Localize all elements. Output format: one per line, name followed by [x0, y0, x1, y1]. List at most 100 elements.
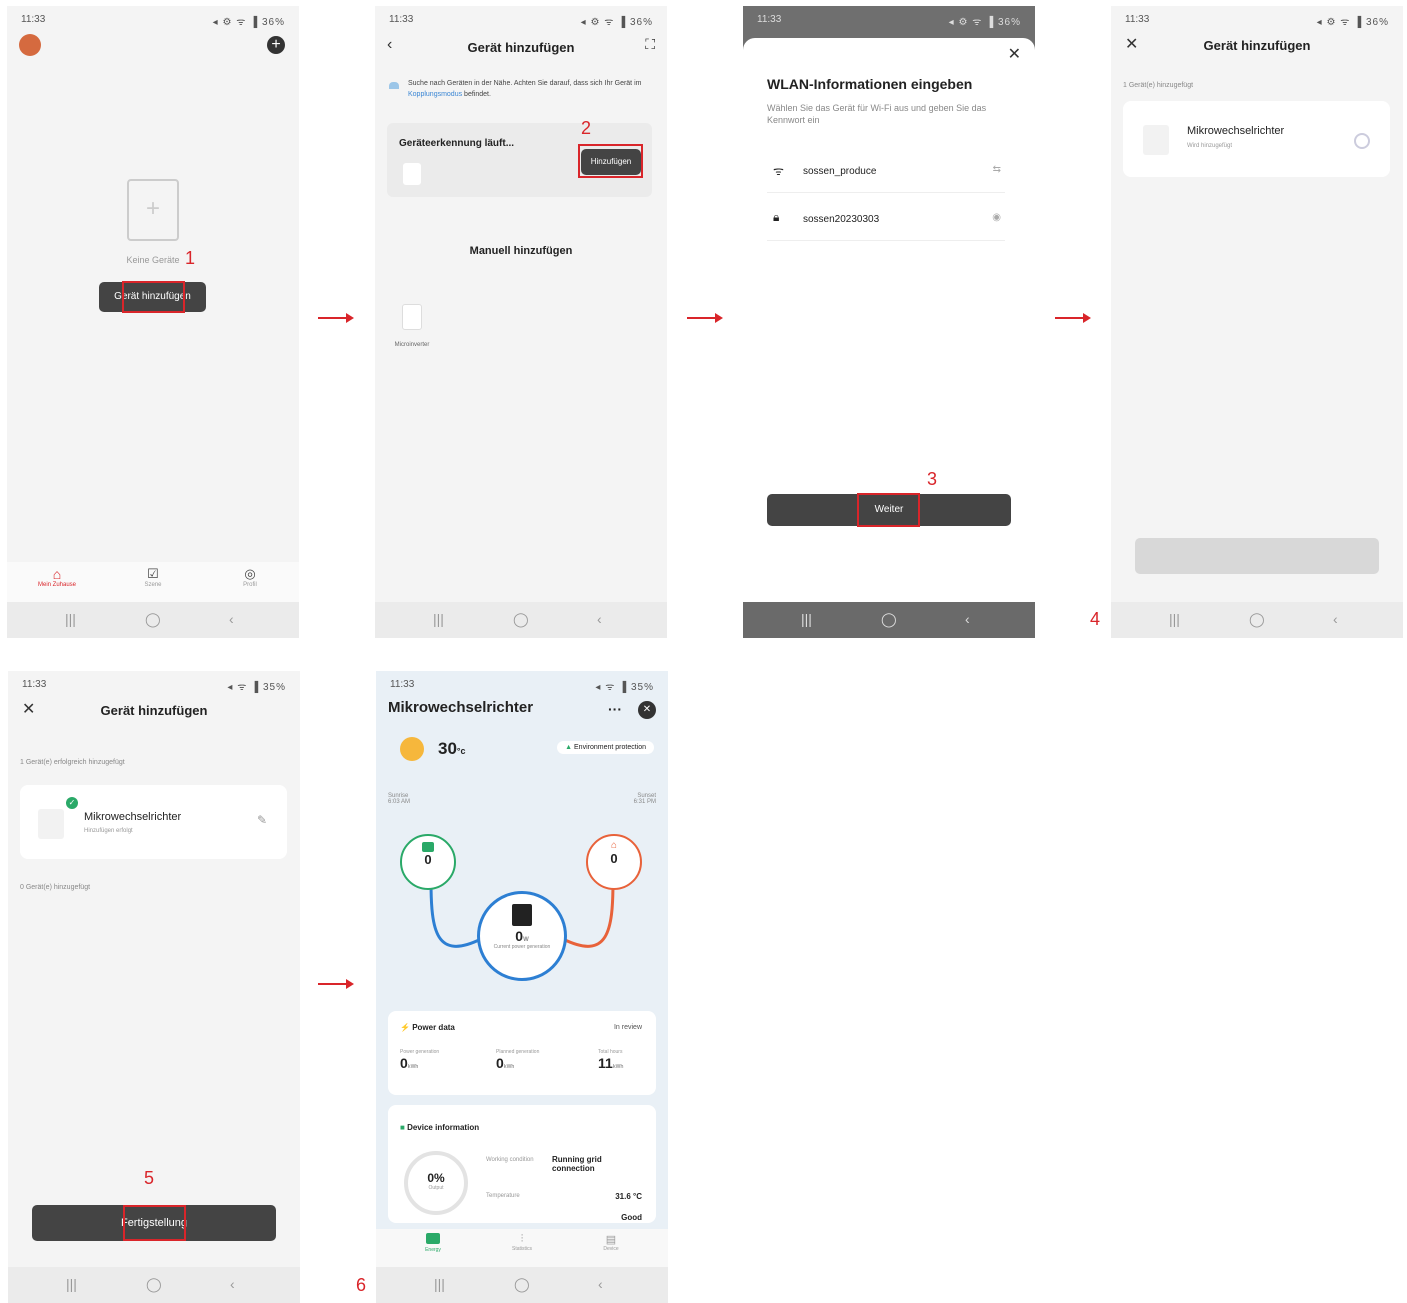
screen-6-dashboard: 11:33 ◂ ᯤ ▐ 35% Mikrowechselrichter ··· …	[376, 671, 668, 1303]
highlight-box	[123, 1205, 186, 1241]
close-icon[interactable]: ✕	[1008, 44, 1021, 64]
close-circle-icon[interactable]: ✕	[638, 701, 656, 719]
tab-home-label: Mein Zuhause	[37, 582, 77, 588]
home-button-icon[interactable]: ◯	[514, 1276, 530, 1293]
back-button-icon[interactable]: ‹	[598, 1276, 603, 1292]
p1-unit: kWh	[407, 1064, 419, 1070]
back-button-icon[interactable]: ‹	[230, 1276, 235, 1292]
power-stat-2: Planned generation 0kWh	[496, 1049, 539, 1071]
scan-icon[interactable]: ⛶	[645, 36, 655, 53]
status-icons: ◂ ᯤ ▐ 35%	[595, 682, 654, 693]
grid-node: 0	[400, 834, 456, 890]
recent-apps-icon[interactable]: |||	[1169, 611, 1180, 627]
recent-apps-icon[interactable]: |||	[65, 611, 76, 627]
env-badge[interactable]: ▲ Environment protection	[557, 741, 654, 754]
home-button-icon[interactable]: ◯	[513, 611, 529, 628]
recent-apps-icon[interactable]: |||	[801, 611, 812, 627]
arrow-2-3	[687, 313, 723, 323]
pending-count: 0 Gerät(e) hinzugefügt	[20, 884, 91, 891]
home-button-icon[interactable]: ◯	[1249, 611, 1265, 628]
check-square-icon: ☑	[147, 566, 159, 581]
recent-apps-icon[interactable]: |||	[434, 1276, 445, 1292]
status-time: 11:33	[21, 14, 46, 25]
status-icons: ◂ ⚙ ᯤ ▐ 36%	[212, 17, 285, 28]
wifi-hint-icon	[389, 82, 399, 89]
microinverter-label: Microinverter	[394, 342, 430, 348]
screen-1-home: 11:33 ◂ ⚙ ᯤ ▐ 36% + + Keine Geräte Gerät…	[7, 6, 299, 638]
empty-text: Keine Geräte	[126, 255, 180, 265]
tab-scene[interactable]: ☑ Szene	[125, 566, 181, 588]
page-title: Gerät hinzufügen	[1203, 38, 1311, 53]
sunrise: Sunrise 6:03 AM	[388, 793, 410, 805]
status-time: 11:33	[757, 14, 782, 25]
status-icons: ◂ ᯤ ▐ 35%	[227, 682, 286, 693]
temp-value: 30	[438, 739, 457, 758]
power-title-text: Power data	[412, 1023, 455, 1032]
back-button-icon[interactable]: ‹	[597, 611, 602, 627]
added-count: 1 Gerät(e) hinzugefügt	[1123, 82, 1194, 89]
microinverter-tile[interactable]: Microinverter	[387, 304, 437, 348]
tab-energy[interactable]: Energy	[408, 1233, 458, 1253]
p2-unit: kWh	[503, 1064, 515, 1070]
status-time: 11:33	[22, 679, 47, 690]
wifi-dialog: ✕ WLAN-Informationen eingeben Wählen Sie…	[743, 38, 1035, 602]
dialog-subtitle: Wählen Sie das Gerät für Wi-Fi aus und g…	[767, 103, 987, 125]
hint-text-end: befindet.	[464, 91, 491, 98]
eye-icon[interactable]: ◉	[992, 212, 1001, 223]
work-label: Working condition	[486, 1157, 534, 1163]
tab-home[interactable]: ⌂ Mein Zuhause	[29, 566, 85, 588]
home-button-icon[interactable]: ◯	[145, 611, 161, 628]
gauge-label: Output	[428, 1185, 444, 1191]
sunrise-time: 6:03 AM	[388, 799, 411, 805]
back-button-icon[interactable]: ‹	[229, 611, 234, 627]
password-row[interactable]: 🔒︎ sossen20230303 ◉	[767, 204, 1005, 241]
ssid-row[interactable]: ᯤ sossen_produce ⇆	[767, 156, 1005, 193]
recent-apps-icon[interactable]: |||	[433, 611, 444, 627]
device-info-title: ■ Device information	[400, 1123, 479, 1132]
empty-document-icon: +	[127, 179, 179, 241]
system-nav-bar: ||| ◯ ‹	[743, 602, 1035, 638]
tab-statistics[interactable]: ⫶ Statistics	[497, 1233, 547, 1252]
microinverter-icon	[402, 304, 422, 330]
avatar[interactable]	[19, 34, 41, 56]
tab-device[interactable]: ▤ Device	[586, 1233, 636, 1252]
disabled-button	[1135, 538, 1379, 574]
power-stat-1: Power generation 0kWh	[400, 1049, 439, 1071]
highlight-box	[122, 281, 185, 313]
add-circle-icon[interactable]: +	[267, 36, 285, 54]
status-bar: 11:33 ◂ ⚙ ᯤ ▐ 36%	[743, 6, 1035, 30]
success-check-icon: ✓	[66, 797, 78, 809]
back-button-icon[interactable]: ‹	[1333, 611, 1338, 627]
statistics-icon: ⫶	[520, 1233, 524, 1245]
home-button-icon[interactable]: ◯	[146, 1276, 162, 1293]
grid-value: 0	[424, 852, 432, 867]
more-icon[interactable]: ···	[608, 701, 622, 717]
device-status: Wird hinzugefügt	[1187, 143, 1233, 149]
home-value: 0	[610, 851, 618, 866]
bottom-tabs: Energy ⫶ Statistics ▤ Device	[376, 1229, 668, 1267]
sun-icon	[400, 737, 424, 761]
third-value: Good	[621, 1213, 642, 1222]
success-count: 1 Gerät(e) erfolgreich hinzugefügt	[20, 759, 125, 766]
device-name: Mikrowechselrichter	[1187, 125, 1285, 137]
loading-spinner-icon	[1354, 133, 1370, 149]
inverter-node: 0W Current power generation	[477, 891, 567, 981]
inverter-power-value: 0	[515, 928, 524, 944]
edit-pencil-icon[interactable]: ✎	[257, 813, 267, 827]
inverter-label: Current power generation	[493, 944, 551, 950]
tab-profile[interactable]: ◎ Profil	[222, 566, 278, 588]
p3-unit: kWh	[612, 1064, 624, 1070]
pairing-mode-link[interactable]: Kopplungsmodus	[408, 91, 462, 98]
switch-network-icon[interactable]: ⇆	[993, 164, 1001, 175]
recent-apps-icon[interactable]: |||	[66, 1276, 77, 1292]
device-info-title-text: Device information	[407, 1123, 480, 1132]
ssid-value: sossen_produce	[803, 166, 877, 177]
home-button-icon[interactable]: ◯	[881, 611, 897, 628]
power-link[interactable]: In review	[614, 1024, 642, 1031]
bolt-icon: ⚡	[400, 1023, 410, 1032]
grid-icon	[422, 842, 434, 852]
energy-icon	[426, 1233, 440, 1244]
back-button-icon[interactable]: ‹	[965, 611, 970, 627]
env-badge-label: Environment protection	[574, 744, 646, 751]
status-icons: ◂ ⚙ ᯤ ▐ 36%	[1316, 17, 1389, 28]
